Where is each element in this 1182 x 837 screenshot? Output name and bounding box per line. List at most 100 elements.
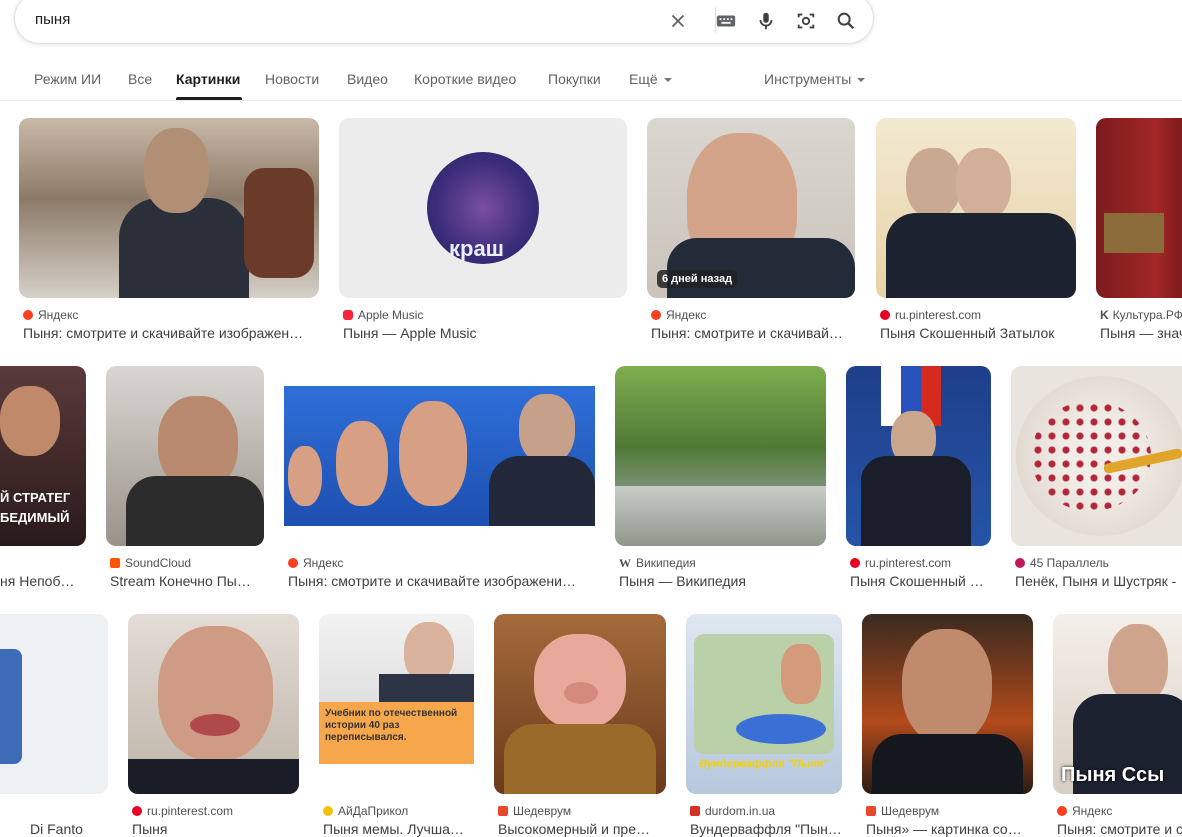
result-title[interactable]: Высокомерный и пре… (498, 821, 666, 837)
result-source: K Культура.РФ (1100, 308, 1182, 322)
yandex-icon (23, 310, 33, 320)
image-result[interactable]: Яндекс Пыня: смотрите и скачивайте изобр… (284, 366, 595, 596)
image-result[interactable]: ru.pinterest.com Пыня Скошенный Затылок (876, 118, 1076, 348)
result-source: SoundCloud (110, 556, 191, 570)
search-icon[interactable] (835, 10, 857, 32)
image-result[interactable]: W Википедия Пыня — Википедия (615, 366, 826, 596)
shedevrum-icon (498, 806, 508, 816)
result-title[interactable]: Вундерваффля "Пын… (690, 821, 842, 837)
image-result[interactable]: ru.pinterest.com Пыня Скошенный … (846, 366, 991, 596)
result-thumbnail (19, 118, 319, 298)
image-result[interactable]: Шедеврум Пыня» — картинка со… (862, 614, 1033, 837)
result-thumbnail: Пыня Ссы (1053, 614, 1182, 794)
image-result[interactable]: Пыня Ссы Яндекс Пыня: смотрите и с (1053, 614, 1182, 837)
result-source: ru.pinterest.com (850, 556, 951, 570)
result-thumbnail: Вундерваффля "Пыня" (686, 614, 842, 794)
result-source: Яндекс (1057, 804, 1112, 818)
image-result[interactable]: Шедеврум Высокомерный и пре… (494, 614, 666, 837)
image-result[interactable]: 6 дней назад Яндекс Пыня: смотрите и ска… (647, 118, 855, 348)
result-thumbnail (862, 614, 1033, 794)
tab-more[interactable]: Ещё (629, 71, 672, 87)
result-title[interactable]: Пыня Скошенный Затылок (880, 325, 1076, 341)
result-title[interactable]: Пыня Скошенный … (850, 573, 991, 589)
image-result[interactable]: ru.pinterest.com Пыня (128, 614, 299, 837)
tab-videos[interactable]: Видео (347, 71, 388, 87)
chevron-down-icon (857, 78, 866, 83)
tab-news[interactable]: Новости (265, 71, 319, 87)
yandex-icon (651, 310, 661, 320)
result-title[interactable]: Пыня — знач (1100, 325, 1182, 341)
search-box[interactable]: пыня (14, 0, 874, 44)
result-title[interactable]: Stream Конечно Пы… (110, 573, 264, 589)
result-thumbnail: Учебник по отечественной истории 40 раз … (319, 614, 474, 794)
pinterest-icon (132, 806, 142, 816)
result-thumbnail (876, 118, 1076, 298)
overlay-caption: БЕДИМЫЙ (0, 510, 70, 525)
image-result[interactable]: Di Fanto (0, 614, 108, 837)
result-thumbnail (284, 366, 595, 546)
clear-icon[interactable] (667, 10, 689, 32)
result-thumbnail (615, 366, 826, 546)
image-result[interactable]: 45 Параллель Пенёк, Пыня и Шустряк - (1011, 366, 1182, 596)
image-result[interactable]: Й СТРАТЕГ БЕДИМЫЙ ня Непоб… (0, 366, 86, 596)
yandex-icon (288, 558, 298, 568)
microphone-icon[interactable] (755, 10, 777, 32)
result-thumbnail (128, 614, 299, 794)
chevron-down-icon (663, 78, 672, 83)
result-thumbnail (0, 614, 108, 794)
result-thumbnail: краш (339, 118, 627, 298)
tab-all[interactable]: Все (128, 71, 152, 87)
result-source: ru.pinterest.com (132, 804, 233, 818)
result-title[interactable]: Пыня: смотрите и скачивайте изображени… (288, 573, 595, 589)
lens-icon[interactable] (795, 10, 817, 32)
result-title[interactable]: Di Fanto (30, 821, 108, 837)
wikipedia-icon: W (619, 556, 631, 570)
result-source: Шедеврум (866, 804, 939, 818)
yandex-icon (1057, 806, 1067, 816)
result-title[interactable]: Пыня мемы. Лучша… (323, 821, 474, 837)
result-thumbnail: 6 дней назад (647, 118, 855, 298)
tab-ai-mode[interactable]: Режим ИИ (34, 71, 101, 87)
result-title[interactable]: ня Непоб… (0, 573, 82, 589)
result-source: Яндекс (23, 308, 78, 322)
image-result[interactable]: K Культура.РФ Пыня — знач (1096, 118, 1182, 348)
result-title[interactable]: Пыня (132, 821, 299, 837)
result-title[interactable]: Пыня: смотрите и с (1057, 821, 1182, 837)
result-title[interactable]: Пыня — Apple Music (343, 325, 627, 341)
result-title[interactable]: Пыня: смотрите и скачивай… (651, 325, 855, 341)
result-title[interactable]: Пыня — Википедия (619, 573, 826, 589)
keyboard-icon[interactable] (715, 10, 737, 32)
tools-button[interactable]: Инструменты (764, 71, 866, 87)
tab-shopping[interactable]: Покупки (548, 71, 601, 87)
result-source: Шедеврум (498, 804, 571, 818)
search-input[interactable]: пыня (35, 11, 70, 28)
shedevrum-icon (866, 806, 876, 816)
result-thumbnail: Й СТРАТЕГ БЕДИМЫЙ (0, 366, 86, 546)
result-source: durdom.in.ua (690, 804, 775, 818)
image-result[interactable]: Учебник по отечественной истории 40 раз … (319, 614, 474, 837)
image-result[interactable]: SoundCloud Stream Конечно Пы… (106, 366, 264, 596)
parallel-icon (1015, 558, 1025, 568)
image-result[interactable]: Вундерваффля "Пыня" durdom.in.ua Вундерв… (686, 614, 842, 837)
tabs-divider (0, 100, 1182, 101)
result-title[interactable]: Пыня: смотрите и скачивайте изображен… (23, 325, 318, 341)
result-thumbnail (1096, 118, 1182, 298)
result-thumbnail (494, 614, 666, 794)
smiley-icon (323, 806, 333, 816)
result-thumbnail (1011, 366, 1182, 546)
image-result[interactable]: краш Apple Music Пыня — Apple Music (339, 118, 627, 348)
result-source: Яндекс (288, 556, 343, 570)
kultura-icon: K (1100, 308, 1109, 322)
image-result[interactable]: Яндекс Пыня: смотрите и скачивайте изобр… (19, 118, 319, 348)
overlay-caption: Й СТРАТЕГ (0, 490, 71, 505)
result-source: 45 Параллель (1015, 556, 1109, 570)
soundcloud-icon (110, 558, 120, 568)
result-source: Apple Music (343, 308, 423, 322)
tab-short-videos[interactable]: Короткие видео (414, 71, 516, 87)
date-badge: 6 дней назад (657, 270, 738, 288)
tab-more-label: Ещё (629, 71, 658, 87)
result-title[interactable]: Пенёк, Пыня и Шустряк - (1015, 573, 1182, 589)
result-source: АйДаПрикол (323, 804, 408, 818)
result-title[interactable]: Пыня» — картинка со… (866, 821, 1033, 837)
tab-images[interactable]: Картинки (176, 71, 240, 87)
